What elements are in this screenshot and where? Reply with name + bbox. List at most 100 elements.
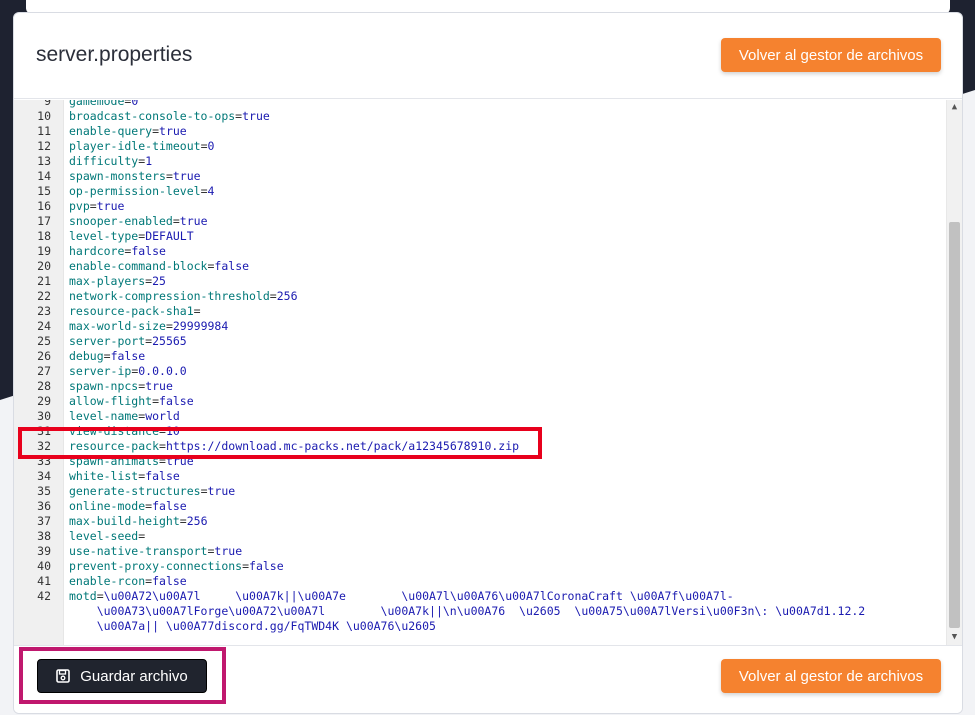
line-text: difficulty=1 — [69, 154, 152, 169]
code-line[interactable]: 20 enable-command-block=false — [14, 259, 946, 274]
line-text: hardcore=false — [69, 244, 166, 259]
property-value: true — [207, 484, 236, 498]
property-value: true — [214, 544, 243, 558]
line-number: 42 — [37, 589, 51, 603]
line-text: snooper-enabled=true — [69, 214, 208, 229]
code-line[interactable]: 21 max-players=25 — [14, 274, 946, 289]
modal-title: server.properties — [36, 43, 193, 66]
code-line[interactable]: 27 server-ip=0.0.0.0 — [14, 364, 946, 379]
line-number: 40 — [37, 559, 51, 573]
property-value: false — [152, 574, 187, 588]
code-line[interactable]: \u00A73\u00A7lForge\u00A72\u00A7l \u00A7… — [14, 604, 946, 619]
line-text: prevent-proxy-connections=false — [69, 559, 284, 574]
back-to-file-manager-button-top[interactable]: Volver al gestor de archivos — [721, 38, 941, 72]
property-key: motd — [69, 589, 97, 603]
line-number: 22 — [37, 289, 51, 303]
line-text: use-native-transport=true — [69, 544, 242, 559]
code-line[interactable]: 34 white-list=false — [14, 469, 946, 484]
equals-sign: = — [138, 529, 146, 543]
line-text: \u00A73\u00A7lForge\u00A72\u00A7l \u00A7… — [69, 604, 866, 619]
line-text: \u00A7a|| \u00A77discord.gg/FqTWD4K \u00… — [69, 619, 436, 634]
code-line[interactable] — [14, 634, 946, 645]
code-editor[interactable]: 9 gamemode=0 10 broadcast-console-to-ops=tr… — [14, 100, 962, 645]
code-line[interactable]: 41 enable-rcon=false — [14, 574, 946, 589]
code-line[interactable]: 10 broadcast-console-to-ops=true — [14, 109, 946, 124]
code-line[interactable]: 38 level-seed= — [14, 529, 946, 544]
code-line[interactable]: 11 enable-query=true — [14, 124, 946, 139]
line-number: 19 — [37, 244, 51, 258]
code-line[interactable]: 19 hardcore=false — [14, 244, 946, 259]
property-key: snooper-enabled — [69, 214, 173, 228]
line-number: 16 — [37, 199, 51, 213]
line-number: 32 — [37, 439, 51, 453]
line-text: enable-query=true — [69, 124, 187, 139]
property-value: false — [131, 244, 166, 258]
property-value: false — [159, 394, 194, 408]
line-text: broadcast-console-to-ops=true — [69, 109, 270, 124]
code-line[interactable]: 33 spawn-animals=true — [14, 454, 946, 469]
code-line[interactable]: 37 max-build-height=256 — [14, 514, 946, 529]
code-line[interactable]: 29 allow-flight=false — [14, 394, 946, 409]
code-line[interactable]: 35 generate-structures=true — [14, 484, 946, 499]
property-value: 0.0.0.0 — [138, 364, 187, 378]
code-line[interactable]: 42 motd=\u00A72\u00A7l \u00A7k||\u00A7e \… — [14, 589, 946, 604]
property-key: spawn-animals — [69, 454, 160, 468]
line-text: server-ip=0.0.0.0 — [69, 364, 187, 379]
property-value: true — [159, 124, 187, 138]
property-value: false — [249, 559, 284, 573]
code-line[interactable]: 39 use-native-transport=true — [14, 544, 946, 559]
code-line[interactable]: \u00A7a|| \u00A77discord.gg/FqTWD4K \u00… — [14, 619, 946, 634]
code-line[interactable]: 40 prevent-proxy-connections=false — [14, 559, 946, 574]
line-text: player-idle-timeout=0 — [69, 139, 214, 154]
property-key: max-world-size — [69, 319, 166, 333]
equals-sign: = — [200, 184, 208, 198]
property-value: 1 — [145, 154, 153, 168]
line-number: 27 — [37, 364, 51, 378]
code-line[interactable]: 32 resource-pack=https://download.mc-pack… — [14, 439, 946, 454]
line-number: 30 — [37, 409, 51, 423]
code-line[interactable]: 12 player-idle-timeout=0 — [14, 139, 946, 154]
equals-sign: = — [200, 484, 208, 498]
code-line[interactable]: 16 pvp=true — [14, 199, 946, 214]
property-key: resource-pack-sha1 — [69, 304, 194, 318]
save-file-button[interactable]: Guardar archivo — [37, 659, 207, 693]
triangle-up-icon[interactable]: ▲ — [947, 100, 962, 114]
scrollbar-thumb[interactable] — [949, 222, 960, 628]
code-line[interactable]: 24 max-world-size=29999984 — [14, 319, 946, 334]
property-value: true — [145, 379, 173, 393]
file-editor-modal: server.properties Volver al gestor de ar… — [13, 12, 963, 714]
code-line[interactable]: 31 view-distance=10 — [14, 424, 946, 439]
code-line[interactable]: 30 level-name=world — [14, 409, 946, 424]
code-line[interactable]: 26 debug=false — [14, 349, 946, 364]
code-line[interactable]: 13 difficulty=1 — [14, 154, 946, 169]
editor-scrollbar[interactable]: ▲ ▼ — [946, 100, 962, 645]
line-text: level-name=world — [69, 409, 180, 424]
triangle-down-icon[interactable]: ▼ — [947, 630, 962, 644]
line-number: 35 — [37, 484, 51, 498]
code-line[interactable]: 28 spawn-npcs=true — [14, 379, 946, 394]
code-line[interactable]: 23 resource-pack-sha1= — [14, 304, 946, 319]
code-line[interactable]: 25 server-port=25565 — [14, 334, 946, 349]
property-value: false — [145, 469, 180, 483]
equals-sign: = — [89, 199, 97, 213]
line-number: 31 — [37, 424, 51, 438]
line-text: spawn-animals=true — [69, 454, 194, 469]
property-value: 29999984 — [172, 319, 229, 333]
property-value: false — [152, 499, 187, 513]
line-text: op-permission-level=4 — [69, 184, 214, 199]
code-line[interactable]: 14 spawn-monsters=true — [14, 169, 946, 184]
property-value: 25 — [152, 274, 166, 288]
code-line[interactable]: 9 gamemode=0 — [14, 100, 946, 109]
property-key: difficulty — [69, 154, 139, 168]
property-key: allow-flight — [69, 394, 153, 408]
code-line[interactable]: 36 online-mode=false — [14, 499, 946, 514]
code-line[interactable]: 18 level-type=DEFAULT — [14, 229, 946, 244]
property-value: false — [214, 259, 250, 273]
line-text: gamemode=0 — [69, 100, 138, 109]
code-line[interactable]: 17 snooper-enabled=true — [14, 214, 946, 229]
back-to-file-manager-button-bottom[interactable]: Volver al gestor de archivos — [721, 659, 941, 693]
property-key: pvp — [69, 199, 90, 213]
code-line[interactable]: 15 op-permission-level=4 — [14, 184, 946, 199]
line-text: view-distance=10 — [69, 424, 180, 439]
code-line[interactable]: 22 network-compression-threshold=256 — [14, 289, 946, 304]
